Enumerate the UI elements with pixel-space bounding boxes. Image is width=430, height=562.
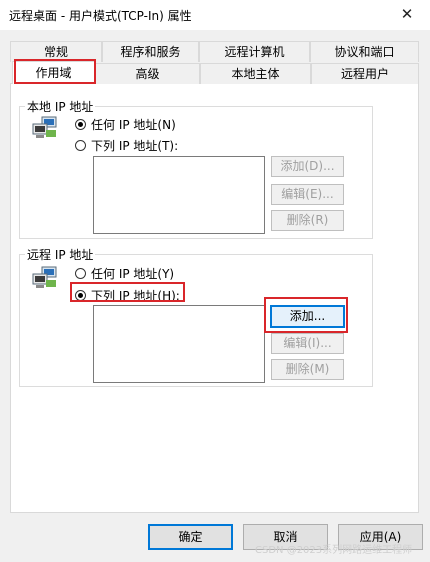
radio-button[interactable]: [75, 268, 86, 279]
tab-protocols-ports[interactable]: 协议和端口: [310, 41, 419, 62]
close-icon[interactable]: ✕: [384, 0, 430, 30]
remote-edit-button[interactable]: 编辑(I)...: [271, 333, 344, 354]
tab-general[interactable]: 常规: [10, 41, 102, 62]
remote-ip-group-title: 远程 IP 地址: [25, 246, 96, 263]
remote-list-ip-radio[interactable]: 下列 IP 地址(H):: [75, 287, 180, 304]
radio-button[interactable]: [75, 119, 86, 130]
local-list-ip-label: 下列 IP 地址(T):: [91, 139, 179, 153]
window-title: 远程桌面 - 用户模式(TCP-In) 属性: [9, 9, 192, 23]
radio-button[interactable]: [75, 140, 86, 151]
tab-remote-computers[interactable]: 远程计算机: [199, 41, 310, 62]
remote-any-ip-label: 任何 IP 地址(Y): [91, 267, 175, 281]
remote-remove-button[interactable]: 删除(M): [271, 359, 344, 380]
local-list-ip-radio[interactable]: 下列 IP 地址(T):: [75, 137, 178, 154]
local-any-ip-radio[interactable]: 任何 IP 地址(N): [75, 116, 176, 133]
local-remove-button[interactable]: 删除(R): [271, 210, 344, 231]
radio-button[interactable]: [75, 290, 86, 301]
local-any-ip-label: 任何 IP 地址(N): [91, 118, 176, 132]
tab-scope[interactable]: 作用域: [12, 61, 95, 84]
local-add-button[interactable]: 添加(D)...: [271, 156, 344, 177]
watermark: CSDN @2023系列网路运维工程师: [255, 545, 413, 556]
remote-list-ip-label: 下列 IP 地址(H):: [91, 289, 180, 303]
remote-any-ip-radio[interactable]: 任何 IP 地址(Y): [75, 265, 174, 282]
tab-local-principals[interactable]: 本地主体: [200, 63, 311, 84]
ok-button[interactable]: 确定: [148, 524, 233, 550]
title-bar: 远程桌面 - 用户模式(TCP-In) 属性 ✕: [0, 0, 430, 30]
remote-ip-list[interactable]: [93, 305, 265, 383]
remote-add-button[interactable]: 添加...: [270, 305, 345, 328]
tab-advanced[interactable]: 高级: [95, 63, 200, 84]
local-ip-group-title: 本地 IP 地址: [25, 98, 96, 115]
local-ip-list[interactable]: [93, 156, 265, 234]
tab-remote-users[interactable]: 远程用户: [311, 63, 419, 84]
local-edit-button[interactable]: 编辑(E)...: [271, 184, 344, 205]
network-computers-icon: [32, 266, 57, 288]
network-computers-icon: [32, 116, 57, 138]
tab-programs-services[interactable]: 程序和服务: [102, 41, 199, 62]
